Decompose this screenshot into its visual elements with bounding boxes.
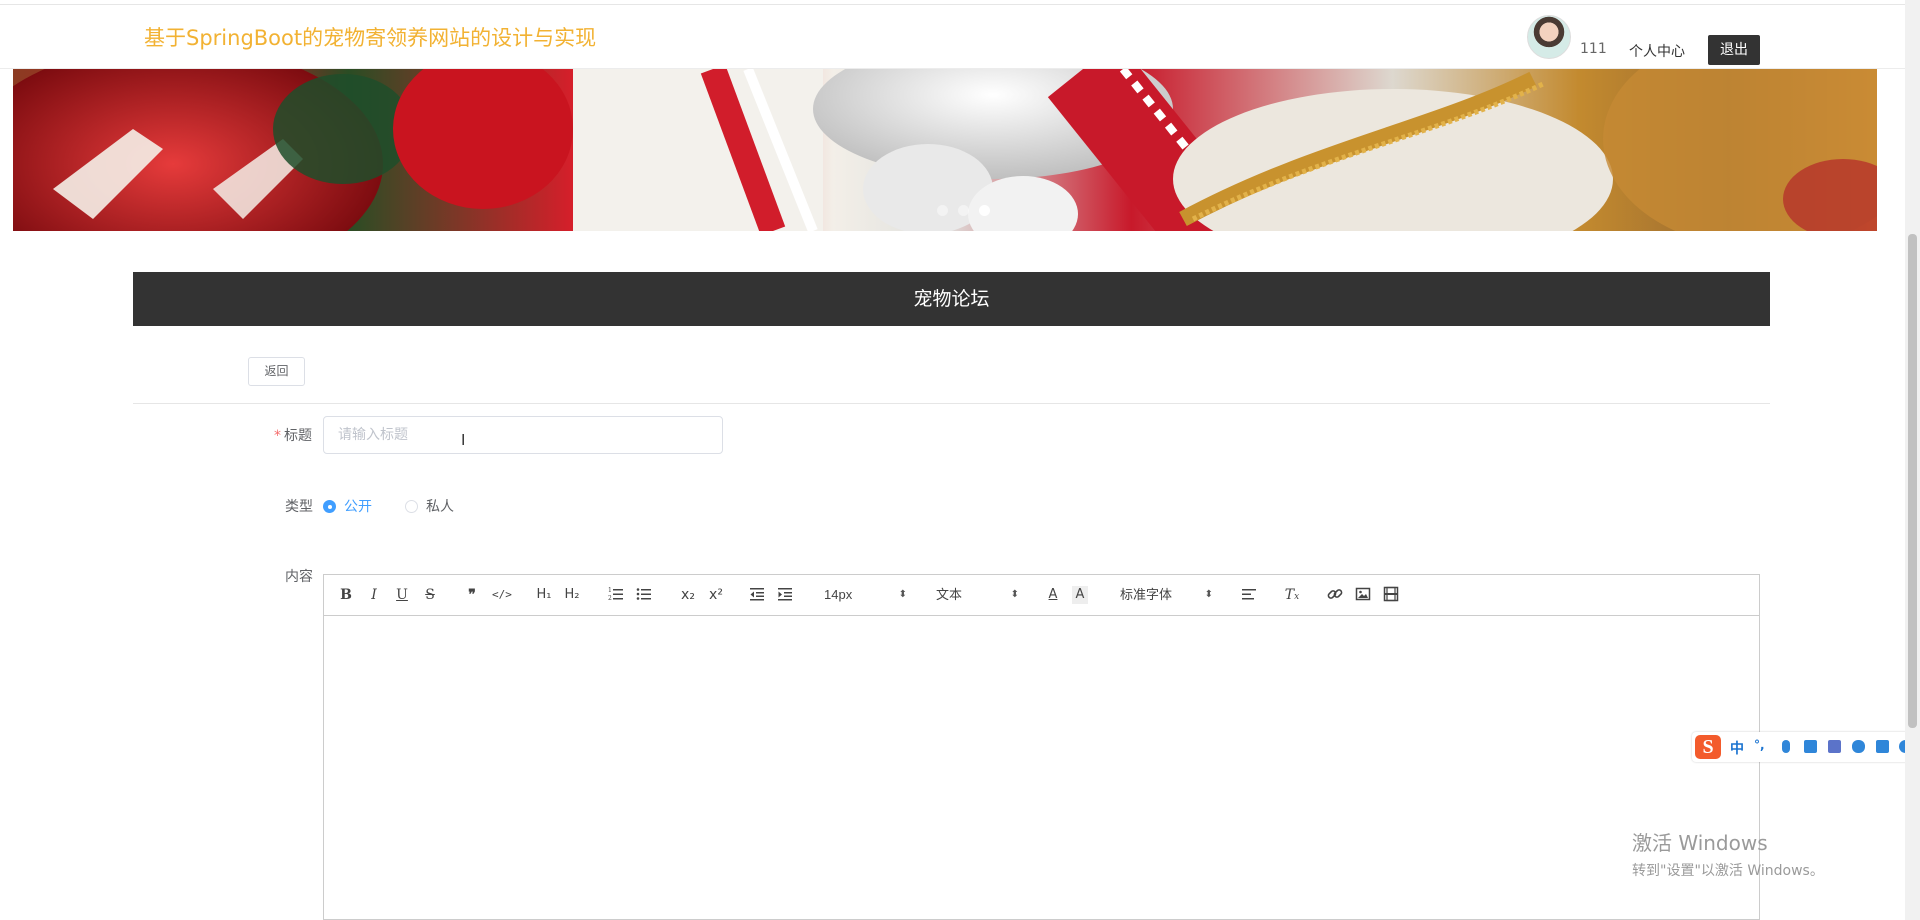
required-mark: * (274, 428, 281, 444)
skin-icon[interactable] (1828, 740, 1841, 753)
strike-icon[interactable]: S (423, 586, 437, 604)
vertical-scrollbar[interactable] (1905, 0, 1920, 920)
logout-button[interactable]: 退出 (1708, 35, 1760, 65)
rich-text-editor: B I U S ❞ </> H₁ H₂ 12 x₂ x² 14px ⬍ 文本 ⬍ A… (323, 574, 1760, 920)
site-title[interactable]: 基于SpringBoot的宠物寄领养网站的设计与实现 (144, 22, 596, 52)
username: 111 (1580, 41, 1607, 57)
robot-icon[interactable] (1852, 740, 1865, 753)
radio-circle (323, 499, 336, 513)
back-button[interactable]: 返回 (248, 357, 305, 386)
align-icon[interactable] (1241, 586, 1259, 604)
editor-toolbar: B I U S ❞ </> H₁ H₂ 12 x₂ x² 14px ⬍ 文本 ⬍ A… (324, 575, 1759, 616)
svg-text:1: 1 (608, 587, 612, 594)
ime-toolbar[interactable]: S 中 °, (1692, 732, 1920, 762)
superscript-icon[interactable]: x² (706, 586, 726, 604)
text-cursor-icon: I (461, 431, 466, 449)
font-size-select[interactable]: 14px ⬍ (824, 586, 907, 604)
indent-icon[interactable] (777, 586, 795, 604)
link-icon[interactable] (1327, 586, 1345, 604)
title-input[interactable] (323, 416, 723, 454)
clear-format-icon[interactable]: Tx (1282, 586, 1302, 604)
heading2-icon[interactable]: H₂ (562, 586, 582, 604)
sogou-logo-icon[interactable]: S (1695, 735, 1721, 759)
carousel-dot-active[interactable] (979, 205, 990, 216)
title-label: * 标题 (274, 428, 312, 444)
personal-center-link[interactable]: 个人中心 (1629, 41, 1685, 61)
radio-private[interactable]: 私人 (405, 496, 454, 516)
carousel-indicators (937, 205, 990, 216)
ime-punctuation[interactable]: °, (1754, 738, 1765, 752)
header-select[interactable]: 文本 ⬍ (936, 586, 1019, 604)
outdent-icon[interactable] (749, 586, 767, 604)
windows-activation-watermark: 激活 Windows 转到"设置"以激活 Windows。 (1632, 827, 1824, 880)
radio-label: 公开 (344, 499, 372, 515)
site-header: 基于SpringBoot的宠物寄领养网站的设计与实现 111 个人中心 退出 (0, 5, 1905, 69)
radio-public[interactable]: 公开 (323, 496, 372, 516)
underline-icon[interactable]: U (395, 586, 409, 604)
italic-icon[interactable]: I (367, 586, 381, 604)
scrollbar-thumb[interactable] (1908, 234, 1917, 728)
blockquote-icon[interactable]: ❞ (464, 586, 480, 604)
code-block-icon[interactable]: </> (492, 586, 512, 604)
keyboard-icon[interactable] (1804, 740, 1817, 753)
bullet-list-icon[interactable] (636, 586, 654, 604)
font-family-select[interactable]: 标准字体 ⬍ (1120, 586, 1213, 604)
radio-label: 私人 (426, 499, 454, 515)
divider (133, 403, 1770, 404)
carousel-dot[interactable] (937, 205, 948, 216)
heading1-icon[interactable]: H₁ (534, 586, 554, 604)
radio-circle (405, 499, 418, 513)
forum-title-bar: 宠物论坛 (133, 272, 1770, 326)
watermark-line1: 激活 Windows (1632, 831, 1768, 855)
font-color-icon[interactable]: A (1045, 586, 1061, 604)
editor-content-area[interactable] (324, 617, 1759, 920)
watermark-line2: 转到"设置"以激活 Windows。 (1632, 863, 1824, 879)
type-label: 类型 (285, 499, 313, 515)
content-label: 内容 (285, 569, 313, 585)
ime-mode[interactable]: 中 (1730, 738, 1744, 758)
banner-carousel[interactable] (13, 69, 1877, 231)
image-icon[interactable] (1355, 586, 1373, 604)
carousel-dot[interactable] (958, 205, 969, 216)
apps-grid-icon[interactable] (1876, 740, 1889, 753)
user-avatar[interactable] (1527, 15, 1571, 59)
background-color-icon[interactable]: A (1072, 586, 1088, 604)
bold-icon[interactable]: B (339, 586, 353, 604)
subscript-icon[interactable]: x₂ (678, 586, 698, 604)
microphone-icon[interactable] (1782, 740, 1790, 753)
svg-text:2: 2 (608, 595, 612, 602)
ordered-list-icon[interactable]: 12 (608, 586, 626, 604)
video-icon[interactable] (1383, 586, 1401, 604)
